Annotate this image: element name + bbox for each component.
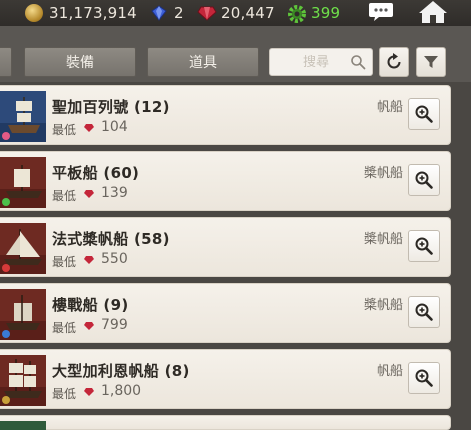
ship-type: 帆船 bbox=[376, 364, 403, 379]
price-label: 最低 bbox=[52, 189, 77, 203]
sapphire-icon bbox=[150, 4, 168, 22]
inspect-button[interactable] bbox=[408, 230, 440, 262]
ruby-value: 20,447 bbox=[221, 4, 275, 22]
ship-type: 槳帆船 bbox=[363, 166, 403, 181]
refresh-icon bbox=[387, 53, 401, 69]
ship-thumbnail bbox=[0, 355, 46, 406]
price-value: 799 bbox=[101, 317, 128, 333]
search-box[interactable] bbox=[269, 48, 373, 76]
ruby-icon bbox=[197, 4, 217, 22]
ruby-icon bbox=[84, 388, 94, 396]
ruby-icon bbox=[84, 190, 94, 198]
ruby-counter: 20,447 bbox=[197, 3, 275, 23]
list-item[interactable]: 樓戰船 (9) 最低 799 槳帆船 bbox=[0, 283, 451, 343]
ship-name: 樓戰船 (9) bbox=[52, 296, 129, 314]
gold-counter: 31,173,914 bbox=[25, 3, 137, 23]
list-item[interactable]: 平板船 (60) 最低 139 槳帆船 bbox=[0, 151, 451, 211]
ship-name: 法式槳帆船 (58) bbox=[52, 230, 170, 248]
sapphire-counter: 2 bbox=[150, 3, 184, 23]
ruby-icon bbox=[84, 256, 94, 264]
filter-button[interactable] bbox=[416, 47, 446, 77]
tab-equipment[interactable]: 裝備 bbox=[24, 47, 136, 77]
list-item[interactable] bbox=[0, 415, 451, 430]
ruby-icon bbox=[84, 124, 94, 132]
inspect-button[interactable] bbox=[408, 296, 440, 328]
tab-items[interactable]: 道具 bbox=[147, 47, 259, 77]
magnify-icon bbox=[415, 105, 433, 123]
ship-thumbnail bbox=[0, 421, 46, 430]
ship-list: 聖加百列號 (12) 最低 104 帆船 平板船 (60) 最低 139 槳帆船… bbox=[0, 82, 471, 430]
ship-thumbnail bbox=[0, 91, 46, 142]
price-value: 139 bbox=[101, 185, 128, 201]
ship-type: 槳帆船 bbox=[363, 298, 403, 313]
resource-bar: 31,173,914 2 20,447 399 bbox=[0, 0, 471, 26]
gold-coin-icon bbox=[25, 4, 43, 22]
magnify-icon bbox=[415, 171, 433, 189]
inspect-button[interactable] bbox=[408, 98, 440, 130]
tab-partial[interactable] bbox=[0, 47, 12, 77]
ship-name: 平板船 (60) bbox=[52, 164, 140, 182]
magnify-icon bbox=[415, 303, 433, 321]
ship-thumbnail bbox=[0, 157, 46, 208]
filter-funnel-icon bbox=[424, 56, 438, 68]
ship-name: 大型加利恩帆船 (8) bbox=[52, 362, 190, 380]
ship-thumbnail bbox=[0, 289, 46, 340]
ruby-icon bbox=[84, 322, 94, 330]
ship-name: 聖加百列號 (12) bbox=[52, 98, 170, 116]
search-input[interactable] bbox=[278, 54, 354, 70]
inspect-button[interactable] bbox=[408, 164, 440, 196]
cog-value: 399 bbox=[311, 4, 341, 22]
ship-type: 槳帆船 bbox=[363, 232, 403, 247]
ship-thumbnail bbox=[0, 223, 46, 274]
price-value: 1,800 bbox=[101, 383, 142, 399]
cog-counter: 399 bbox=[287, 3, 340, 23]
list-item[interactable]: 法式槳帆船 (58) 最低 550 槳帆船 bbox=[0, 217, 451, 277]
gear-icon bbox=[287, 4, 306, 23]
magnify-icon bbox=[415, 237, 433, 255]
price-value: 104 bbox=[101, 119, 128, 135]
list-item[interactable]: 聖加百列號 (12) 最低 104 帆船 bbox=[0, 85, 451, 145]
price-label: 最低 bbox=[52, 255, 77, 269]
home-icon[interactable] bbox=[418, 0, 448, 24]
refresh-button[interactable] bbox=[379, 47, 409, 77]
ship-type: 帆船 bbox=[376, 100, 403, 115]
price-value: 550 bbox=[101, 251, 128, 267]
sapphire-value: 2 bbox=[174, 4, 184, 22]
inspect-button[interactable] bbox=[408, 362, 440, 394]
search-icon[interactable] bbox=[350, 54, 366, 70]
list-item[interactable]: 大型加利恩帆船 (8) 最低 1,800 帆船 bbox=[0, 349, 451, 409]
chat-bubble-icon[interactable] bbox=[367, 0, 395, 24]
gold-value: 31,173,914 bbox=[49, 4, 137, 22]
magnify-icon bbox=[415, 369, 433, 387]
filter-bar: 裝備 道具 bbox=[0, 26, 471, 82]
price-label: 最低 bbox=[52, 321, 77, 335]
price-label: 最低 bbox=[52, 123, 77, 137]
price-label: 最低 bbox=[52, 387, 77, 401]
